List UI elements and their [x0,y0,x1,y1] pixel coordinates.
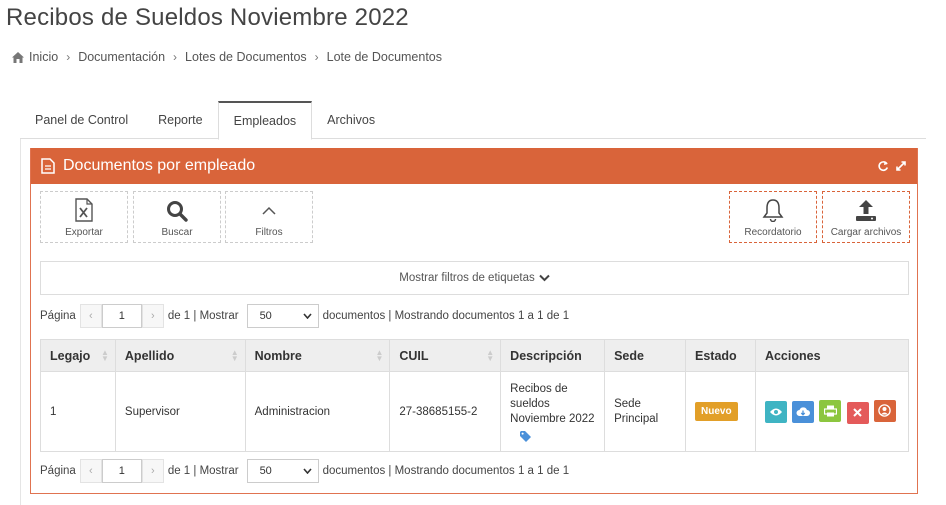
home-icon[interactable] [12,51,24,63]
view-button[interactable] [764,401,787,423]
cell-acciones [754,371,910,452]
cell-nombre: Administracion [244,371,391,452]
view-icon [769,408,782,416]
pager-page-label: Página [40,465,76,477]
column-header-acciones: Acciones [754,339,910,372]
reminder-label: Recordatorio [744,227,802,238]
tab-empleados[interactable]: Empleados [217,101,313,140]
tab-content-border [20,139,21,505]
delete-button[interactable] [846,401,869,424]
search-label: Buscar [161,227,193,238]
cell-descripcion: Recibos de sueldos Noviembre 2022 [500,371,606,452]
breadcrumb-item-lotes[interactable]: Lotes de Documentos [185,50,307,64]
tab-bar: Panel de Control Reporte Empleados Archi… [20,101,926,140]
upload-files-button[interactable]: Cargar archivos [822,191,910,243]
excel-icon [75,198,93,222]
print-icon [823,405,837,417]
column-header-descripcion[interactable]: Descripción [500,339,606,372]
column-header-nombre[interactable]: Nombre ▲ ▼ [244,339,391,372]
tab-reporte[interactable]: Reporte [143,101,217,139]
chevron-down-icon [302,468,312,474]
search-icon [167,201,188,222]
print-button[interactable] [819,400,842,422]
column-header-estado[interactable]: Estado [685,339,756,372]
pager-prev-button[interactable]: ‹ [79,304,102,328]
pager-page-input[interactable]: 1 [101,304,142,328]
breadcrumb: Inicio › Documentación › Lotes de Docume… [12,50,442,64]
reminder-button[interactable]: Recordatorio [729,191,817,243]
per-page-value: 50 [259,465,272,477]
filters-label: Filtros [255,227,283,238]
pager-of-text: de 1 | Mostrar [167,465,239,477]
chevron-down-icon [302,313,312,319]
cell-legajo: 1 [40,371,116,452]
pager-next-button[interactable]: › [141,459,164,483]
column-header-legajo[interactable]: Legajo ▲ ▼ [40,339,116,372]
column-header-sede[interactable]: Sede [604,339,686,372]
filters-button[interactable]: Filtros [225,191,313,243]
column-header-cuil[interactable]: CUIL ▲ ▼ [389,339,502,372]
tab-panel-de-control[interactable]: Panel de Control [20,101,143,139]
cloud-download-icon [796,407,811,416]
pager-next-button[interactable]: › [141,304,164,328]
chevron-up-icon [262,206,276,215]
documents-portlet: Documentos por empleado Exportar Buscar [30,148,918,494]
search-button[interactable]: Buscar [133,191,221,243]
table-header-row: Legajo ▲ ▼ Apellido ▲ ▼ Nombre ▲ ▼ CUIL ▲ ▼ Desc… [40,339,910,372]
per-page-select[interactable]: 50 [246,304,319,328]
pager-page-input[interactable]: 1 [101,459,142,483]
breadcrumb-separator: › [173,50,178,64]
pager-prev-button[interactable]: ‹ [79,459,102,483]
user-button[interactable] [873,399,896,422]
user-icon [878,404,892,417]
bell-icon [762,199,784,222]
column-header-apellido[interactable]: Apellido ▲ ▼ [114,339,246,372]
description-text: Recibos de sueldos Noviembre 2022 [510,382,595,425]
cell-sede: Sede Principal [604,371,686,452]
tag-filters-label: Mostrar filtros de etiquetas [399,272,535,284]
upload-label: Cargar archivos [830,227,902,238]
delete-icon [853,408,862,417]
tag-icon[interactable] [520,430,532,442]
page-title: Recibos de Sueldos Noviembre 2022 [6,4,409,31]
document-icon [41,158,55,174]
upload-icon [856,200,876,221]
breadcrumb-item-documentacion[interactable]: Documentación [78,50,165,64]
portlet-tools [877,160,907,172]
breadcrumb-item-lote[interactable]: Lote de Documentos [327,50,442,64]
pager-of-text: de 1 | Mostrar [167,310,239,322]
cell-cuil: 27-38685155-2 [389,371,502,452]
breadcrumb-separator: › [314,50,319,64]
breadcrumb-item-inicio[interactable]: Inicio [29,50,58,64]
per-page-select[interactable]: 50 [246,459,319,483]
pager-bottom: Página ‹ 1 › de 1 | Mostrar 50 documento… [40,459,569,483]
pager-top: Página ‹ 1 › de 1 | Mostrar 50 documento… [40,304,569,328]
status-badge: Nuevo [695,402,738,421]
tab-archivos[interactable]: Archivos [312,101,390,139]
export-label: Exportar [65,227,103,238]
cell-estado: Nuevo [685,371,756,452]
pager-summary: documentos | Mostrando documentos 1 a 1 … [322,465,570,477]
chevron-down-icon [539,274,550,282]
export-button[interactable]: Exportar [40,191,128,243]
table-row: 1 Supervisor Administracion 27-38685155-… [40,371,910,452]
cell-apellido: Supervisor [114,371,246,452]
expand-icon[interactable] [895,160,907,172]
portlet-header: Documentos por empleado [31,148,917,184]
download-button[interactable] [792,400,815,423]
pager-page-label: Página [40,310,76,322]
refresh-icon[interactable] [877,160,889,172]
breadcrumb-separator: › [66,50,71,64]
pager-summary: documentos | Mostrando documentos 1 a 1 … [322,310,570,322]
show-tag-filters-toggle[interactable]: Mostrar filtros de etiquetas [40,261,909,295]
per-page-value: 50 [259,310,272,322]
portlet-title: Documentos por empleado [63,157,256,174]
employees-table: Legajo ▲ ▼ Apellido ▲ ▼ Nombre ▲ ▼ CUIL ▲ ▼ Desc… [40,339,910,452]
